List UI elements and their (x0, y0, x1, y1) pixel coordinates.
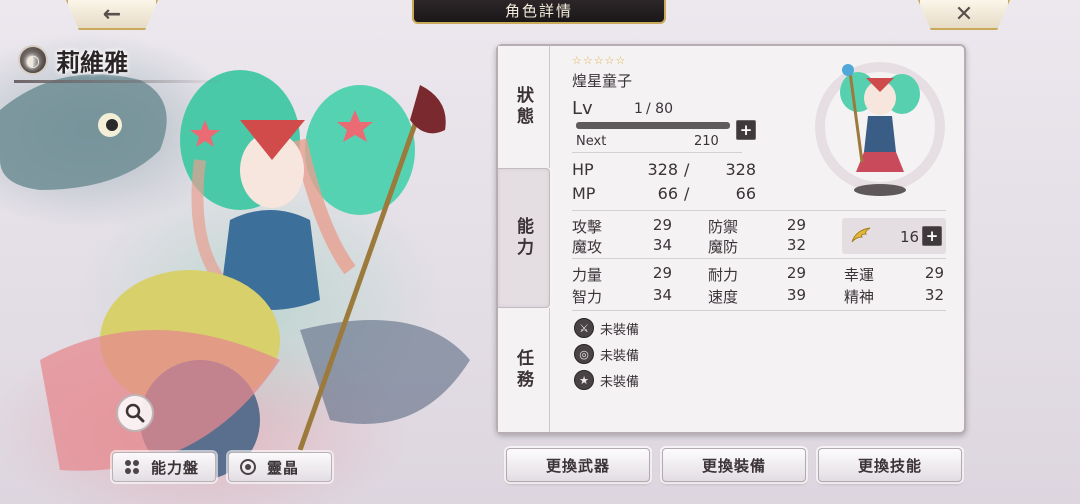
magic-attack-label: 魔攻 (572, 238, 603, 256)
tab-status[interactable]: 狀態 (498, 46, 550, 168)
name-underline (14, 80, 224, 83)
ability-board-label: 能力盤 (151, 458, 200, 477)
magic-defense-value: 32 (786, 236, 806, 254)
hp-label: HP (572, 160, 594, 179)
hp-max: 328 (725, 160, 756, 179)
speed-value: 39 (786, 286, 806, 304)
level-up-plus-button[interactable]: + (736, 120, 756, 140)
page-title: 角色詳情 (412, 0, 666, 24)
weapon-slot-icon: ⚔ (574, 318, 594, 338)
divider (572, 210, 946, 211)
intellect-value: 34 (652, 286, 672, 304)
next-exp-value: 210 (694, 134, 719, 149)
power-value: 29 (652, 264, 672, 282)
attack-label: 攻擊 (572, 218, 603, 236)
mp-max: 66 (735, 184, 756, 203)
character-title: 煌星童子 (572, 72, 633, 90)
stamina-value: 29 (786, 264, 806, 282)
character-chibi-portrait (815, 62, 945, 196)
wing-icon (850, 226, 872, 249)
spirit-label: 精神 (844, 288, 875, 306)
character-name-block: ◐ 莉維雅 (18, 42, 128, 78)
close-button[interactable]: ✕ (918, 0, 1010, 30)
back-button[interactable]: ← (66, 0, 158, 30)
equip-slot-label: 未裝備 (600, 348, 640, 364)
mp-separator: / (684, 184, 690, 203)
divider (572, 310, 946, 311)
spirit-crystal-button[interactable]: 靈晶 (228, 452, 332, 482)
divider (572, 258, 946, 259)
luck-label: 幸運 (844, 266, 875, 284)
stamina-label: 耐力 (708, 266, 739, 284)
magic-defense-label: 魔防 (708, 238, 739, 256)
mp-label: MP (572, 184, 596, 203)
change-equipment-button[interactable]: 更換裝備 (662, 448, 806, 482)
equip-slot-label: 未裝備 (600, 374, 640, 390)
magic-attack-value: 34 (652, 236, 672, 254)
character-name: 莉維雅 (56, 48, 128, 77)
defense-value: 29 (786, 216, 806, 234)
ability-board-button[interactable]: 能力盤 (112, 452, 216, 482)
zoom-button[interactable] (116, 394, 154, 432)
hp-separator: / (684, 160, 690, 179)
close-icon: ✕ (954, 1, 974, 27)
magnifier-icon (125, 403, 145, 423)
defense-label: 防禦 (708, 218, 739, 236)
exp-bar (576, 122, 730, 129)
tab-mission[interactable]: 任務 (498, 308, 550, 432)
spirit-crystal-label: 靈晶 (267, 458, 300, 477)
luck-value: 29 (924, 264, 944, 282)
tab-ability[interactable]: 能力 (498, 168, 550, 308)
back-arrow-icon: ← (102, 1, 122, 27)
divider (572, 152, 742, 153)
mp-current: 66 (657, 184, 678, 203)
spirit-value: 32 (924, 286, 944, 304)
side-tabs: 狀態 能力 任務 (498, 46, 550, 432)
grid-icon (123, 458, 141, 476)
level-label: Lv (572, 98, 593, 119)
attack-value: 29 (652, 216, 672, 234)
speed-label: 速度 (708, 288, 739, 306)
wing-value: 16 (900, 228, 920, 246)
crystal-icon (239, 458, 257, 476)
change-skill-button[interactable]: 更換技能 (818, 448, 962, 482)
level-value: 1 (634, 101, 643, 117)
character-detail-panel: 狀態 能力 任務 ☆☆☆☆☆ 煌星童子 Lv 1 / 80 Next 210 +… (496, 44, 966, 434)
equip-slot-accessory[interactable]: ◎ 未裝備 (574, 344, 639, 364)
change-weapon-button[interactable]: 更換武器 (506, 448, 650, 482)
equip-slot-badge[interactable]: ★ 未裝備 (574, 370, 639, 390)
badge-slot-icon: ★ (574, 370, 594, 390)
equip-slot-weapon[interactable]: ⚔ 未裝備 (574, 318, 639, 338)
element-icon: ◐ (18, 45, 48, 75)
hp-current: 328 (647, 160, 678, 179)
wing-plus-button[interactable]: + (922, 226, 942, 246)
rarity-stars: ☆☆☆☆☆ (572, 54, 627, 67)
power-label: 力量 (572, 266, 603, 284)
intellect-label: 智力 (572, 288, 603, 306)
level-max: / 80 (646, 101, 673, 117)
wing-stat-box: 16 + (842, 218, 946, 254)
next-label: Next (576, 134, 607, 149)
equip-slot-label: 未裝備 (600, 322, 640, 338)
accessory-slot-icon: ◎ (574, 344, 594, 364)
